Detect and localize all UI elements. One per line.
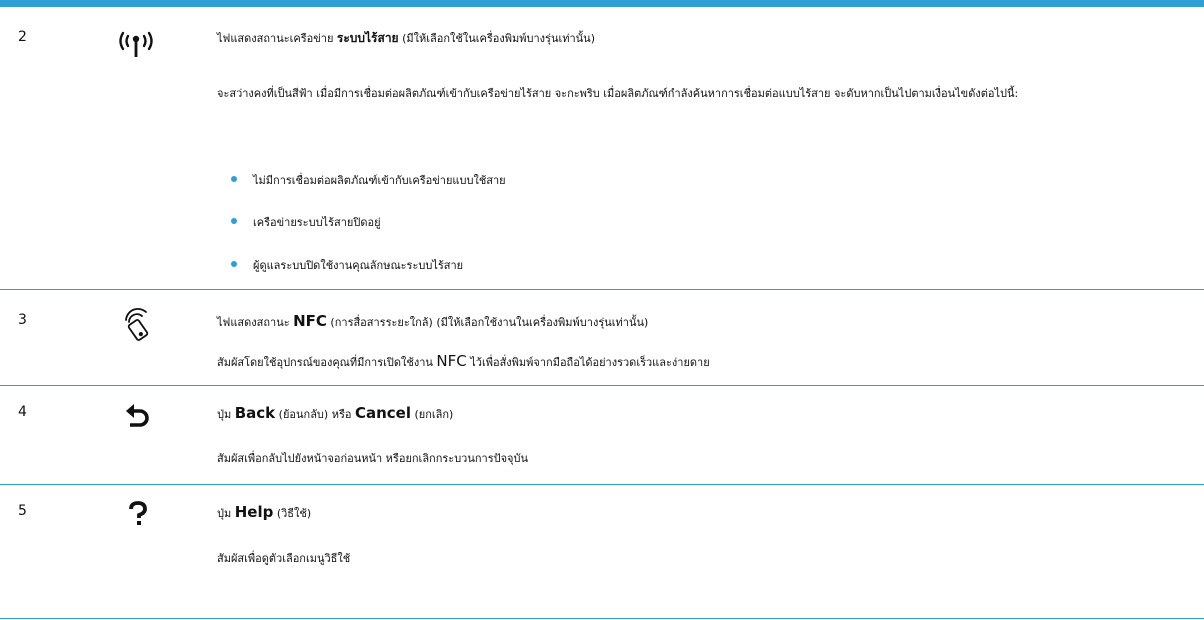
list-item: เครือข่ายระบบไร้สายปิดอยู่ bbox=[253, 216, 381, 229]
heading-text: ปุ่ม bbox=[217, 507, 235, 520]
description-bold-text: NFC bbox=[436, 352, 467, 370]
nfc-icon bbox=[120, 306, 164, 341]
heading-text: (การสื่อสารระยะใกล้) (มีให้เลือกใช้งานใน… bbox=[326, 316, 649, 329]
row-description: จะสว่างคงที่เป็นสีฟ้า เมื่อมีการเชื่อมต่… bbox=[217, 87, 1019, 100]
wireless-icon bbox=[114, 25, 158, 59]
row-heading: ไฟแสดงสถานะ NFC (การสื่อสารระยะใกล้) (มี… bbox=[217, 312, 648, 331]
heading-bold-text: Help bbox=[234, 503, 274, 521]
table-row: 3 ไฟแสดงสถานะ NFC (การสื่อสารระยะใกล้) (… bbox=[0, 290, 1204, 386]
control-panel-table: 2 ไฟแสดงสถานะเครือข่าย ระบบไร้สาย (มีให้… bbox=[0, 7, 1204, 619]
table-row: 2 ไฟแสดงสถานะเครือข่าย ระบบไร้สาย (มีให้… bbox=[0, 7, 1204, 290]
table-row: 4 ปุ่ม Back (ย้อนกลับ) หรือ Cancel (ยกเล… bbox=[0, 386, 1204, 485]
table-row: 5 ปุ่ม Help (วิธีใช้) สัมผัสเพื่อดูตัวเล… bbox=[0, 485, 1204, 619]
description-text: ไว้เพื่อสั่งพิมพ์จากมือถือได้อย่างรวดเร็… bbox=[466, 356, 710, 369]
description-text: สัมผัสโดยใช้อุปกรณ์ของคุณที่มีการเปิดใช้… bbox=[217, 356, 437, 369]
row-heading: ปุ่ม Help (วิธีใช้) bbox=[217, 503, 311, 522]
heading-text: (มีให้เลือกใช้ในเครื่องพิมพ์บางรุ่นเท่าน… bbox=[398, 32, 595, 45]
heading-bold-text: NFC bbox=[293, 312, 327, 330]
heading-text: ไฟแสดงสถานะเครือข่าย bbox=[217, 32, 337, 45]
heading-text: (วิธีใช้) bbox=[273, 507, 312, 520]
heading-text: (ย้อนกลับ) หรือ bbox=[275, 408, 355, 421]
row-heading: ไฟแสดงสถานะเครือข่าย ระบบไร้สาย (มีให้เล… bbox=[217, 29, 595, 48]
bullet-dot bbox=[231, 261, 237, 267]
heading-bold-text-2: Cancel bbox=[354, 404, 411, 422]
bullet-dot bbox=[231, 218, 237, 224]
list-item: ผู้ดูแลระบบปิดใช้งานคุณลักษณะระบบไร้สาย bbox=[253, 259, 464, 272]
heading-text: ปุ่ม bbox=[217, 408, 235, 421]
row-number: 5 bbox=[18, 503, 27, 519]
heading-text: ไฟแสดงสถานะ bbox=[217, 316, 294, 329]
bullet-dot bbox=[231, 176, 237, 182]
row-description: สัมผัสเพื่อดูตัวเลือกเมนูวิธีใช้ bbox=[217, 552, 351, 565]
row-heading: ปุ่ม Back (ย้อนกลับ) หรือ Cancel (ยกเลิก… bbox=[217, 404, 453, 423]
heading-bold-text: Back bbox=[234, 404, 276, 422]
row-number: 2 bbox=[18, 29, 27, 45]
row-description: สัมผัสโดยใช้อุปกรณ์ของคุณที่มีการเปิดใช้… bbox=[217, 352, 710, 371]
row-number: 4 bbox=[18, 404, 27, 420]
heading-text: (ยกเลิก) bbox=[410, 408, 454, 421]
heading-bold-text: ระบบไร้สาย bbox=[336, 31, 399, 45]
help-question-icon bbox=[127, 501, 171, 535]
row-description: สัมผัสเพื่อกลับไปยังหน้าจอก่อนหน้า หรือย… bbox=[217, 452, 528, 465]
back-arrow-icon bbox=[122, 402, 166, 436]
list-item: ไม่มีการเชื่อมต่อผลิตภัณฑ์เข้ากับเครือข่… bbox=[253, 174, 506, 187]
top-accent-bar bbox=[0, 0, 1204, 7]
row-number: 3 bbox=[18, 312, 27, 328]
